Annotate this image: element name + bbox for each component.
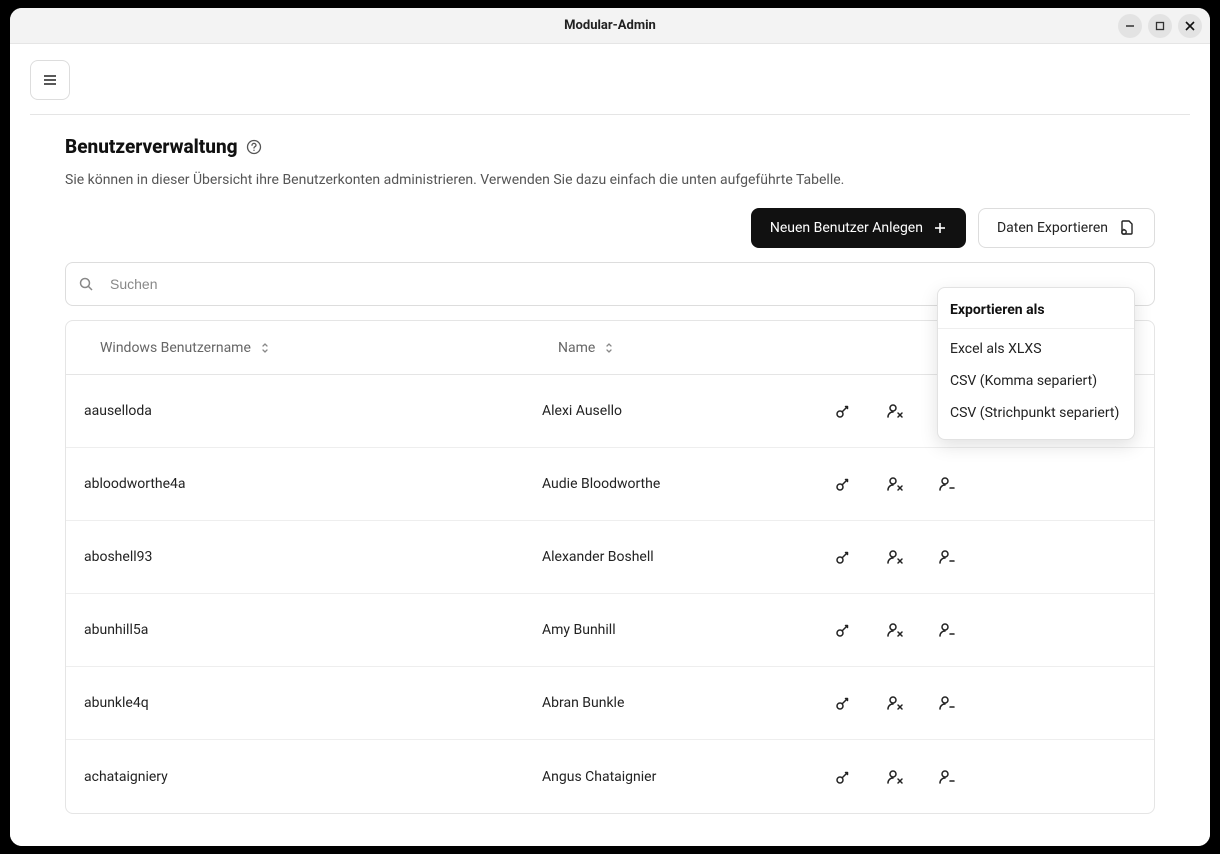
sort-icon bbox=[259, 341, 273, 355]
cell-name: Amy Bunhill bbox=[542, 622, 834, 638]
column-header-name-label: Name bbox=[558, 340, 595, 356]
cell-username: abloodworthe4a bbox=[84, 476, 542, 492]
export-button-label: Daten Exportieren bbox=[997, 220, 1108, 236]
cell-username: aboshell93 bbox=[84, 549, 542, 565]
cell-username: abunhill5a bbox=[84, 622, 542, 638]
column-header-name[interactable]: Name bbox=[558, 340, 854, 356]
key-icon[interactable] bbox=[834, 475, 852, 493]
export-dropdown-header: Exportieren als bbox=[938, 298, 1134, 326]
column-header-username[interactable]: Windows Benutzername bbox=[100, 340, 558, 356]
sort-icon bbox=[603, 341, 617, 355]
table-row: aboshell93Alexander Boshell bbox=[66, 521, 1154, 594]
cell-username: achataigniery bbox=[84, 769, 542, 785]
minimize-icon bbox=[1124, 20, 1136, 32]
export-dropdown: Exportieren als Excel als XLXSCSV (Komma… bbox=[937, 287, 1135, 440]
cell-username: abunkle4q bbox=[84, 695, 542, 711]
page-header: Benutzerverwaltung bbox=[65, 135, 1155, 158]
user-minus-icon[interactable] bbox=[938, 475, 956, 493]
table-row: achataignieryAngus Chataignier bbox=[66, 740, 1154, 813]
close-button[interactable] bbox=[1178, 14, 1202, 38]
content-area: Benutzerverwaltung Sie können in dieser … bbox=[10, 44, 1210, 846]
new-user-button-label: Neuen Benutzer Anlegen bbox=[770, 220, 923, 236]
user-minus-icon[interactable] bbox=[938, 621, 956, 639]
user-minus-icon[interactable] bbox=[938, 694, 956, 712]
hamburger-icon bbox=[42, 72, 58, 88]
key-icon[interactable] bbox=[834, 621, 852, 639]
user-remove-icon[interactable] bbox=[886, 402, 904, 420]
cell-name: Abran Bunkle bbox=[542, 695, 834, 711]
user-remove-icon[interactable] bbox=[886, 548, 904, 566]
help-icon[interactable] bbox=[246, 139, 262, 155]
row-actions bbox=[834, 475, 1154, 493]
row-actions bbox=[834, 768, 1154, 786]
maximize-icon bbox=[1154, 20, 1166, 32]
window-title: Modular-Admin bbox=[564, 18, 656, 33]
key-icon[interactable] bbox=[834, 548, 852, 566]
export-button[interactable]: Daten Exportieren bbox=[978, 208, 1155, 248]
new-user-button[interactable]: Neuen Benutzer Anlegen bbox=[751, 208, 966, 248]
cell-name: Audie Bloodworthe bbox=[542, 476, 834, 492]
action-row: Neuen Benutzer Anlegen Daten Exportieren bbox=[65, 208, 1155, 248]
minimize-button[interactable] bbox=[1118, 14, 1142, 38]
key-icon[interactable] bbox=[834, 768, 852, 786]
app-window: Modular-Admin bbox=[10, 8, 1210, 846]
user-remove-icon[interactable] bbox=[886, 475, 904, 493]
key-icon[interactable] bbox=[834, 694, 852, 712]
row-actions bbox=[834, 694, 1154, 712]
maximize-button[interactable] bbox=[1148, 14, 1172, 38]
menu-toggle-button[interactable] bbox=[30, 60, 70, 100]
topbar bbox=[10, 44, 1210, 114]
cell-name: Alexi Ausello bbox=[542, 403, 834, 419]
close-icon bbox=[1184, 20, 1196, 32]
row-actions bbox=[834, 548, 1154, 566]
export-option[interactable]: Excel als XLXS bbox=[938, 333, 1134, 365]
key-icon[interactable] bbox=[834, 402, 852, 420]
page-title: Benutzerverwaltung bbox=[65, 135, 238, 158]
titlebar: Modular-Admin bbox=[10, 8, 1210, 44]
cell-name: Alexander Boshell bbox=[542, 549, 834, 565]
table-row: abloodworthe4aAudie Bloodworthe bbox=[66, 448, 1154, 521]
export-option[interactable]: CSV (Strichpunkt separiert) bbox=[938, 397, 1134, 429]
table-row: abunhill5aAmy Bunhill bbox=[66, 594, 1154, 667]
export-option[interactable]: CSV (Komma separiert) bbox=[938, 365, 1134, 397]
user-minus-icon[interactable] bbox=[938, 548, 956, 566]
cell-username: aauselloda bbox=[84, 403, 542, 419]
plus-icon bbox=[933, 221, 947, 235]
export-file-icon bbox=[1118, 219, 1136, 237]
user-remove-icon[interactable] bbox=[886, 694, 904, 712]
user-remove-icon[interactable] bbox=[886, 768, 904, 786]
table-row: abunkle4qAbran Bunkle bbox=[66, 667, 1154, 740]
export-dropdown-items: Excel als XLXSCSV (Komma separiert)CSV (… bbox=[938, 333, 1134, 429]
row-actions bbox=[834, 621, 1154, 639]
dropdown-separator bbox=[938, 328, 1134, 329]
column-header-username-label: Windows Benutzername bbox=[100, 340, 251, 356]
cell-name: Angus Chataignier bbox=[542, 769, 834, 785]
page-body: Benutzerverwaltung Sie können in dieser … bbox=[10, 115, 1210, 814]
search-icon bbox=[78, 276, 94, 292]
user-minus-icon[interactable] bbox=[938, 768, 956, 786]
page-subtitle: Sie können in dieser Übersicht ihre Benu… bbox=[65, 172, 1155, 188]
window-controls bbox=[1118, 14, 1202, 38]
user-remove-icon[interactable] bbox=[886, 621, 904, 639]
table-body: aausellodaAlexi Ausello abloodworthe4aAud… bbox=[66, 375, 1154, 813]
